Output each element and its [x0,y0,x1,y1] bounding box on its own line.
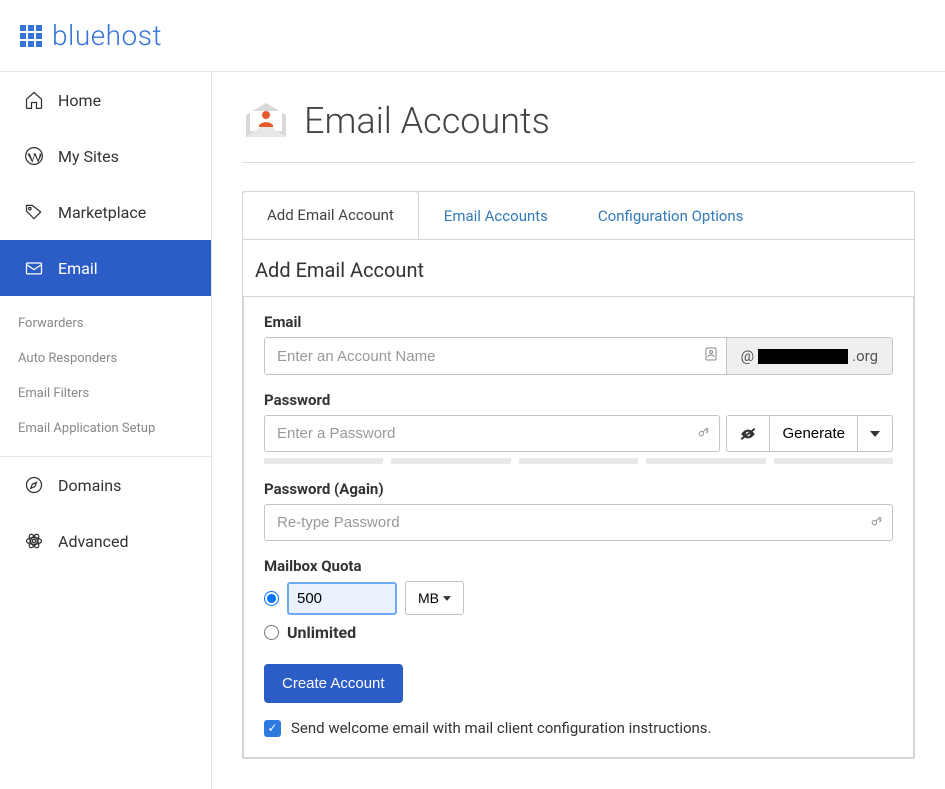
add-email-form: Email @ .org Password [243,296,914,758]
sidebar-item-label: Home [58,91,101,110]
page-title: Email Accounts [304,100,550,142]
generate-dropdown-button[interactable] [858,415,893,452]
quota-unit-dropdown[interactable]: MB [405,581,464,615]
sidebar-subnav: Forwarders Auto Responders Email Filters… [0,296,211,457]
subnav-item-email-filters[interactable]: Email Filters [0,376,211,411]
domain-addon: @ .org [727,337,893,375]
subnav-item-forwarders[interactable]: Forwarders [0,306,211,341]
top-bar: bluehost [0,0,945,72]
tab-configuration-options[interactable]: Configuration Options [573,192,769,240]
sidebar-item-label: Marketplace [58,203,146,222]
quota-value-input[interactable] [287,582,397,615]
form-heading: Add Email Account [249,240,908,296]
password-strength-meter [264,458,893,464]
quota-limited-radio[interactable] [264,591,279,606]
contacts-icon [705,347,717,365]
page-header: Email Accounts [242,100,915,163]
toggle-visibility-button[interactable] [726,415,770,452]
sidebar-item-my-sites[interactable]: My Sites [0,128,211,184]
brand-logo[interactable]: bluehost [20,19,162,52]
email-label: Email [264,313,893,331]
atom-icon [24,531,44,551]
subnav-item-auto-responders[interactable]: Auto Responders [0,341,211,376]
email-accounts-icon [242,101,290,141]
caret-down-icon [443,596,451,601]
brand-name: bluehost [52,19,162,52]
subnav-item-email-app-setup[interactable]: Email Application Setup [0,411,211,446]
sidebar-item-label: Advanced [58,532,129,551]
welcome-email-checkbox[interactable]: ✓ [264,720,281,737]
sidebar-item-label: Email [58,259,98,278]
caret-down-icon [870,431,880,437]
domain-at: @ [741,347,754,365]
quota-label: Mailbox Quota [264,557,893,575]
wordpress-icon [24,146,44,166]
tabs: Add Email Account Email Accounts Configu… [243,192,914,240]
tab-add-email-account[interactable]: Add Email Account [242,191,419,239]
key-icon [697,425,710,442]
compass-icon [24,475,44,495]
password-input[interactable] [264,415,720,452]
welcome-email-label: Send welcome email with mail client conf… [291,719,712,737]
email-panel: Add Email Account Email Accounts Configu… [242,191,915,759]
domain-redacted [758,349,848,364]
domain-tld: .org [852,347,878,365]
sidebar-item-domains[interactable]: Domains [0,457,211,513]
eye-off-icon [739,427,757,441]
unlimited-label: Unlimited [287,623,356,642]
mail-icon [24,258,44,278]
home-icon [24,90,44,110]
sidebar-item-home[interactable]: Home [0,72,211,128]
generate-button[interactable]: Generate [770,415,858,452]
sidebar-item-label: Domains [58,476,121,495]
password-label: Password [264,391,893,409]
sidebar: Home My Sites Marketplace Email Forwarde… [0,72,212,789]
create-account-button[interactable]: Create Account [264,664,403,703]
main-content: Email Accounts Add Email Account Email A… [212,72,945,789]
tag-icon [24,202,44,222]
tab-email-accounts[interactable]: Email Accounts [419,192,573,240]
quota-unlimited-radio[interactable] [264,625,279,640]
sidebar-item-email[interactable]: Email [0,240,211,296]
key-icon [870,514,883,531]
sidebar-item-marketplace[interactable]: Marketplace [0,184,211,240]
password-again-input[interactable] [264,504,893,541]
logo-grid-icon [20,25,42,47]
email-input[interactable] [264,337,727,375]
password-again-label: Password (Again) [264,480,893,498]
sidebar-item-advanced[interactable]: Advanced [0,513,211,569]
sidebar-item-label: My Sites [58,147,119,166]
